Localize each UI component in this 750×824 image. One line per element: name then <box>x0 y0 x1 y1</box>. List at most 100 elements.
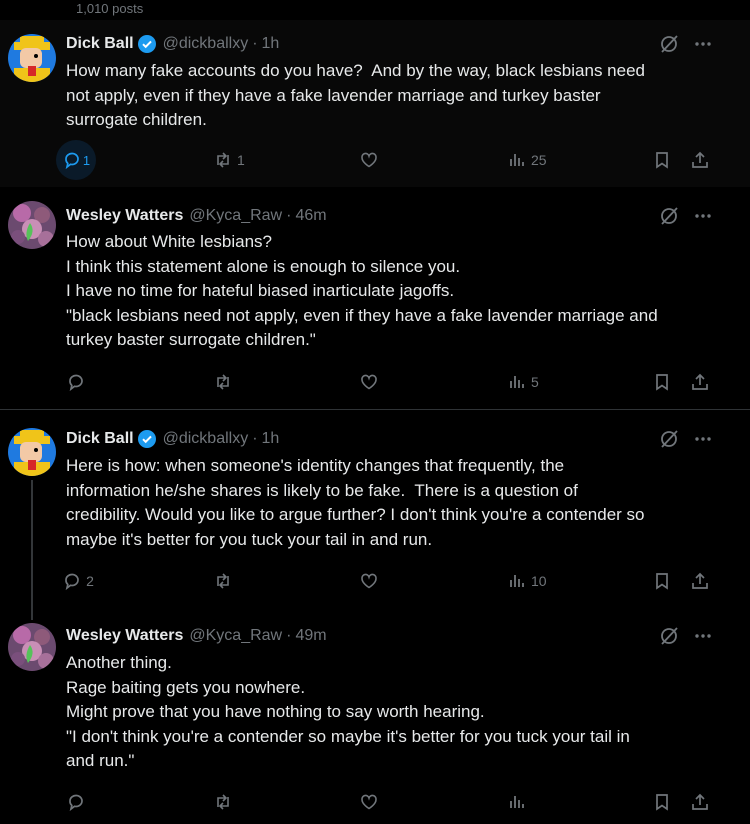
reply-button[interactable]: 1 <box>56 140 96 180</box>
share-icon <box>692 373 708 390</box>
avatar[interactable] <box>8 34 56 82</box>
reply-button[interactable]: 2 <box>56 563 100 599</box>
text-line: information he/she shares is likely to b… <box>66 480 578 500</box>
timestamp[interactable]: 1h <box>262 35 280 53</box>
like-button[interactable] <box>359 364 383 400</box>
separator: · <box>286 627 292 644</box>
bookmark-button[interactable] <box>652 563 672 599</box>
post-item[interactable]: Wesley Watters @Kyca_Raw · 49m Another t… <box>0 610 750 824</box>
profile-header: 1,010 posts <box>0 0 750 20</box>
repost-button[interactable] <box>213 364 237 400</box>
reply-count: 2 <box>86 573 94 589</box>
action-bar <box>56 784 736 820</box>
repost-button[interactable] <box>213 784 237 820</box>
like-button[interactable] <box>359 142 383 178</box>
more-icon[interactable] <box>692 428 714 450</box>
author-name[interactable]: Dick Ball <box>66 430 134 448</box>
thread-line <box>31 480 33 610</box>
reply-button[interactable] <box>56 784 100 820</box>
separator: · <box>252 35 258 52</box>
bookmark-icon <box>656 573 668 590</box>
post-header: Wesley Watters @Kyca_Raw · 46m <box>66 204 327 228</box>
author-name[interactable]: Dick Ball <box>66 35 134 53</box>
verified-badge-icon <box>137 429 157 449</box>
text-line: How many fake accounts do you have? And … <box>66 61 645 80</box>
author-name[interactable]: Wesley Watters <box>66 627 183 645</box>
text-line: maybe it's better for you tuck your tail… <box>66 529 433 549</box>
reply-icon <box>65 573 79 591</box>
views-count: 10 <box>531 573 547 589</box>
text-line: turkey baster surrogate children." <box>66 330 316 349</box>
grok-icon[interactable] <box>658 428 680 450</box>
share-button[interactable] <box>690 784 710 820</box>
post-item[interactable]: Dick Ball @dickballxy · 1h Here is how: … <box>0 410 750 610</box>
grok-icon[interactable] <box>658 625 680 647</box>
separator: · <box>252 430 258 447</box>
text-line: not apply, even if they have a fake lave… <box>66 85 601 105</box>
post-item[interactable]: Dick Ball @dickballxy · 1h How many fake… <box>0 20 750 187</box>
avatar[interactable] <box>8 623 56 671</box>
views-button[interactable]: 5 <box>507 364 539 400</box>
reply-icon <box>69 794 83 812</box>
views-count: 25 <box>531 152 547 168</box>
share-icon <box>692 572 708 589</box>
repost-button[interactable]: 1 <box>213 142 245 178</box>
repost-button[interactable] <box>213 563 237 599</box>
grok-icon[interactable] <box>658 205 680 227</box>
author-handle[interactable]: @Kyca_Raw <box>189 627 282 645</box>
share-icon <box>692 793 708 810</box>
author-handle[interactable]: @dickballxy <box>163 430 249 448</box>
views-button[interactable]: 10 <box>507 563 547 599</box>
post-text: How about White lesbians? I think this s… <box>66 230 726 353</box>
share-button[interactable] <box>690 364 710 400</box>
timestamp[interactable]: 49m <box>295 627 326 645</box>
action-bar: 5 <box>56 364 736 400</box>
like-icon <box>361 374 377 390</box>
avatar[interactable] <box>8 201 56 249</box>
views-button[interactable]: 25 <box>507 142 547 178</box>
retweet-icon <box>217 573 229 589</box>
reply-icon <box>69 374 83 392</box>
share-icon <box>692 151 708 168</box>
author-name[interactable]: Wesley Watters <box>66 207 183 225</box>
grok-icon[interactable] <box>658 33 680 55</box>
text-line: Rage baiting gets you nowhere. <box>66 677 306 697</box>
bookmark-button[interactable] <box>652 364 672 400</box>
timestamp[interactable]: 46m <box>295 207 326 225</box>
views-count: 5 <box>531 374 539 390</box>
text-line: and run." <box>66 751 135 770</box>
post-text: Here is how: when someone's identity cha… <box>66 454 726 552</box>
author-handle[interactable]: @Kyca_Raw <box>189 207 282 225</box>
like-button[interactable] <box>359 784 383 820</box>
text-line: credibility. Would you like to argue fur… <box>66 505 645 524</box>
post-item[interactable]: Wesley Watters @Kyca_Raw · 46m How about… <box>0 187 750 410</box>
like-icon <box>361 794 377 810</box>
post-header: Dick Ball @dickballxy · 1h <box>66 427 279 451</box>
repost-count: 1 <box>237 152 245 168</box>
bookmark-button[interactable] <box>652 784 672 820</box>
author-handle[interactable]: @dickballxy <box>163 35 249 53</box>
text-line: Another thing. <box>66 653 172 672</box>
views-icon <box>510 575 524 587</box>
more-icon[interactable] <box>692 33 714 55</box>
more-icon[interactable] <box>692 625 714 647</box>
reply-icon <box>65 152 79 170</box>
avatar[interactable] <box>8 428 56 476</box>
reply-button[interactable] <box>56 364 100 400</box>
like-button[interactable] <box>359 563 383 599</box>
views-button[interactable] <box>507 784 531 820</box>
timestamp[interactable]: 1h <box>262 430 280 448</box>
share-button[interactable] <box>690 563 710 599</box>
share-button[interactable] <box>690 142 710 178</box>
reply-count: 1 <box>82 152 91 168</box>
bookmark-button[interactable] <box>652 142 672 178</box>
retweet-icon <box>217 374 229 390</box>
more-icon[interactable] <box>692 205 714 227</box>
text-line: How about White lesbians? <box>66 232 273 251</box>
text-line: I think this statement alone is enough t… <box>66 256 461 276</box>
post-header: Wesley Watters @Kyca_Raw · 49m <box>66 624 327 648</box>
post-count: 1,010 posts <box>76 1 144 16</box>
views-icon <box>510 154 524 166</box>
post-header: Dick Ball @dickballxy · 1h <box>66 32 279 56</box>
views-icon <box>510 796 524 808</box>
